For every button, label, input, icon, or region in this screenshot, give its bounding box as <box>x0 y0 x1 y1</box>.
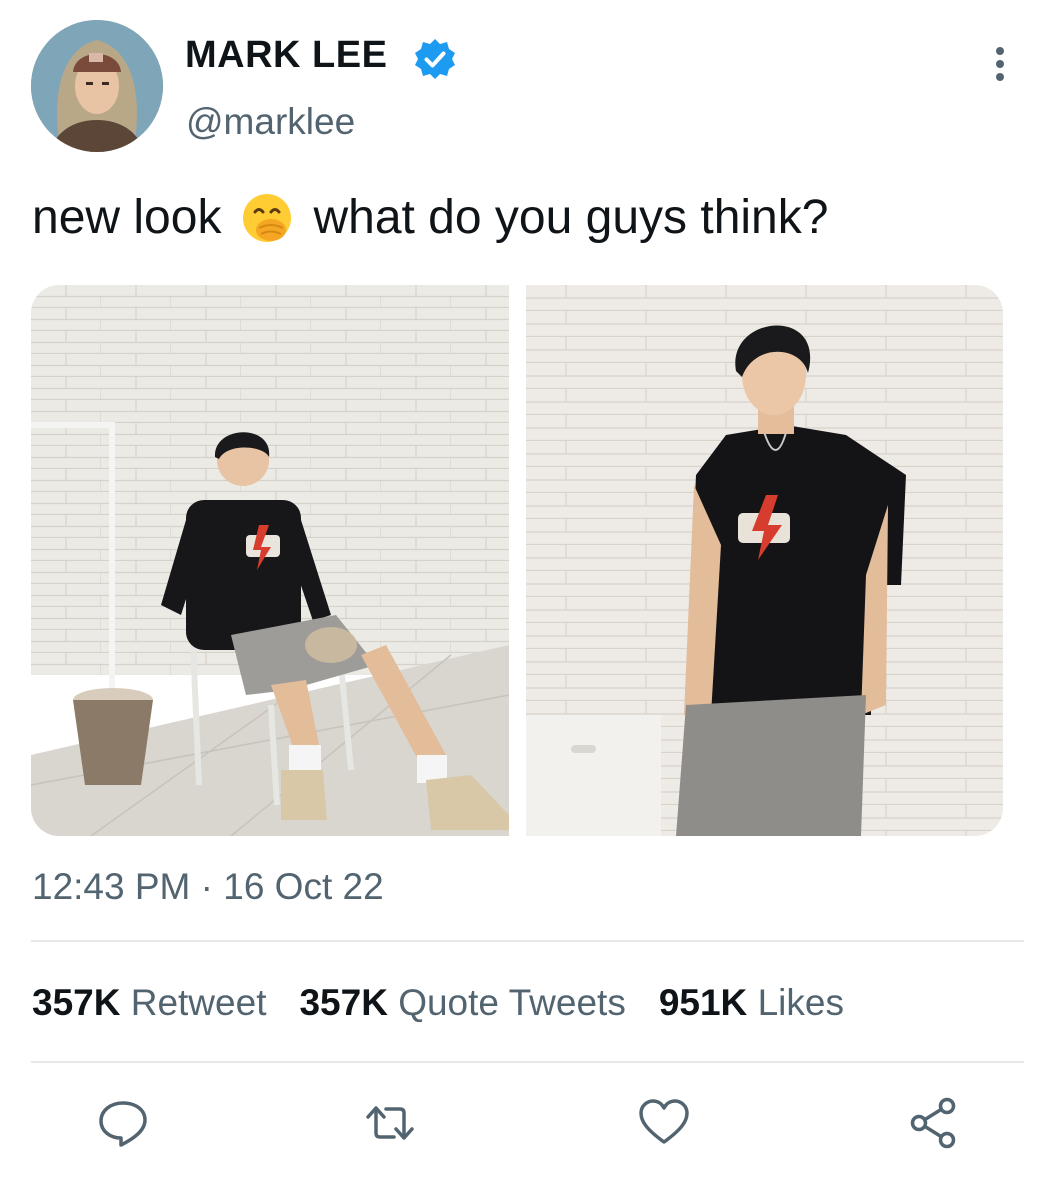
photo-2[interactable] <box>526 285 1003 836</box>
more-options-icon[interactable] <box>988 44 1012 84</box>
likes-stat[interactable]: 951K Likes <box>659 982 844 1024</box>
retweets-stat[interactable]: 357K Retweet <box>32 982 266 1024</box>
tweet-text: new look what do you guys think? <box>32 190 828 245</box>
tweet-timestamp[interactable]: 12:43 PM · 16 Oct 22 <box>32 866 384 908</box>
avatar[interactable] <box>31 20 163 152</box>
display-name[interactable]: MARK LEE <box>185 34 387 77</box>
tweet-text-part-2: what do you guys think? <box>313 191 829 244</box>
share-icon[interactable] <box>905 1095 961 1151</box>
avatar-image <box>31 20 163 152</box>
heart-icon[interactable] <box>636 1095 692 1151</box>
media-gallery <box>31 285 1003 836</box>
quotes-label: Quote Tweets <box>398 982 626 1023</box>
reply-icon[interactable] <box>95 1095 151 1151</box>
photo-standing-image <box>526 285 1003 836</box>
photo-1[interactable] <box>31 285 509 836</box>
retweets-label: Retweet <box>130 982 267 1023</box>
retweet-icon[interactable] <box>362 1095 418 1151</box>
retweets-count: 357K <box>32 982 121 1023</box>
action-bar <box>0 1095 1055 1151</box>
quote-tweets-stat[interactable]: 357K Quote Tweets <box>299 982 625 1024</box>
face-with-hand-over-mouth-emoji-icon <box>241 192 293 244</box>
engagement-stats: 357K Retweet 357K Quote Tweets 951K Like… <box>32 982 844 1024</box>
quotes-count: 357K <box>299 982 388 1023</box>
tweet-card: MARK LEE @marklee new look what do you g… <box>0 0 1055 1200</box>
handle[interactable]: @marklee <box>186 101 355 143</box>
divider <box>31 940 1024 942</box>
tweet-text-part-1: new look <box>32 191 222 244</box>
divider <box>31 1061 1024 1063</box>
photo-seated-image <box>31 285 509 836</box>
likes-label: Likes <box>757 982 844 1023</box>
likes-count: 951K <box>658 982 748 1023</box>
verified-badge-icon <box>413 37 457 81</box>
